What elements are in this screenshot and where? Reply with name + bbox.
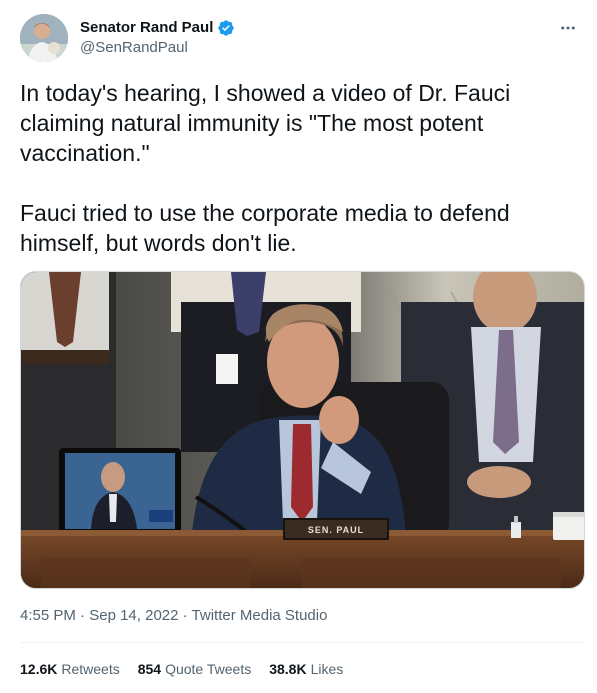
tweet-header: Senator Rand Paul @SenRandPaul: [20, 14, 580, 64]
likes-label: Likes: [310, 661, 344, 677]
hearing-photo: SEN. PAUL: [21, 272, 584, 588]
retweets-stat[interactable]: 12.6K Retweets: [20, 659, 120, 679]
likes-stat[interactable]: 38.8K Likes: [269, 659, 343, 679]
tweet-stats: 12.6K Retweets 854 Quote Tweets 38.8K Likes: [20, 659, 343, 679]
quote-tweets-label: Quote Tweets: [165, 661, 252, 677]
tweet-text-paragraph: Fauci tried to use the corporate media t…: [20, 200, 510, 256]
tweet-text-paragraph: In today's hearing, I showed a video of …: [20, 80, 511, 166]
author-handle[interactable]: @SenRandPaul: [80, 38, 235, 58]
tweet-time-link[interactable]: 4:55 PM · Sep 14, 2022: [20, 607, 178, 624]
likes-count: 38.8K: [269, 661, 307, 677]
divider: [20, 642, 586, 643]
quote-tweets-stat[interactable]: 854 Quote Tweets: [138, 659, 252, 679]
tweet-text: In today's hearing, I showed a video of …: [20, 78, 576, 258]
retweets-count: 12.6K: [20, 661, 58, 677]
author-display-name[interactable]: Senator Rand Paul: [80, 18, 213, 38]
author-avatar[interactable]: [20, 14, 68, 62]
meta-separator: ·: [182, 607, 188, 624]
tweet-media-image[interactable]: SEN. PAUL: [20, 271, 585, 589]
more-options-icon[interactable]: [556, 16, 580, 40]
quote-tweets-count: 854: [137, 661, 162, 677]
verified-badge-icon: [218, 20, 235, 36]
retweets-label: Retweets: [61, 661, 120, 677]
tweet-source-link[interactable]: Twitter Media Studio: [192, 607, 328, 624]
tweet-meta: 4:55 PM · Sep 14, 2022 · Twitter Media S…: [20, 606, 327, 626]
nameplate-text: SEN. PAUL: [308, 525, 364, 535]
